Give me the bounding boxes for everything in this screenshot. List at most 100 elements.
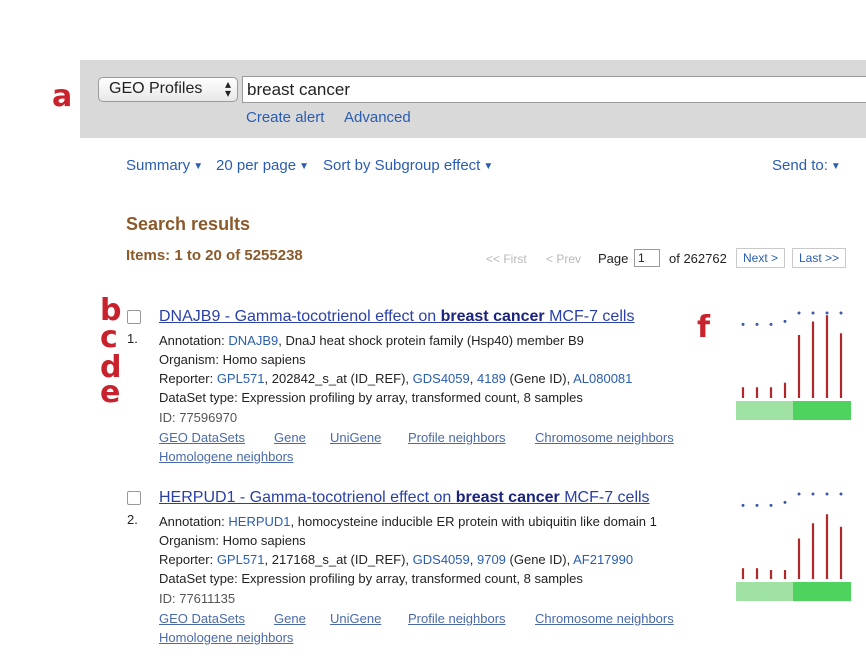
advanced-search-link[interactable]: Advanced — [344, 109, 411, 126]
sort-dropdown[interactable]: Sort by Subgroup effect ▼ — [323, 157, 493, 174]
rank-dot — [825, 311, 829, 315]
organism-line: Organism: Homo sapiens — [159, 533, 306, 548]
marker-e: e — [100, 375, 121, 410]
profile-neighbors-link[interactable]: Profile neighbors — [408, 430, 506, 445]
profile-neighbors-link[interactable]: Profile neighbors — [408, 611, 506, 626]
search-input[interactable]: breast cancer — [242, 76, 866, 103]
gene-symbol-link[interactable]: DNAJB9 — [228, 333, 278, 348]
rank-dot — [769, 503, 773, 507]
rank-dot — [769, 322, 773, 326]
chromosome-neighbors-link[interactable]: Chromosome neighbors — [535, 611, 674, 626]
dataset-link[interactable]: GDS4059 — [413, 371, 470, 386]
marker-f: f — [697, 310, 711, 345]
search-bar: GEO Profiles ▴ ▾ breast cancer Create ale… — [80, 60, 866, 138]
probe-id: , 217168_s_at (ID_REF), — [264, 552, 413, 567]
annotation-desc: , DnaJ heat shock protein family (Hsp40)… — [278, 333, 584, 348]
rank-dot — [741, 503, 745, 507]
platform-link[interactable]: GPL571 — [217, 371, 265, 386]
summary-label: Summary — [126, 157, 191, 174]
next-page-button[interactable]: Next > — [736, 248, 786, 268]
rank-dot — [741, 322, 745, 326]
caret-down-icon: ▼ — [299, 160, 309, 172]
title-text: DNAJB9 - Gamma-tocotrienol effect on — [159, 308, 441, 325]
rank-dot — [783, 319, 787, 323]
result-title-link[interactable]: HERPUD1 - Gamma-tocotrienol effect on br… — [159, 489, 650, 507]
organism-line: Organism: Homo sapiens — [159, 352, 306, 367]
send-to-dropdown[interactable]: Send to: ▼ — [772, 157, 841, 174]
title-highlight: breast cancer — [440, 308, 545, 325]
accession-link[interactable]: AL080081 — [573, 371, 632, 386]
annotation-line: Annotation: HERPUD1, homocysteine induci… — [159, 514, 657, 529]
rank-dot — [811, 311, 815, 315]
title-text: MCF-7 cells — [559, 489, 650, 506]
last-page-button[interactable]: Last >> — [792, 248, 847, 268]
title-text: MCF-7 cells — [544, 308, 635, 325]
rank-dot — [783, 500, 787, 504]
rank-dot — [797, 492, 801, 496]
database-select[interactable]: GEO Profiles ▴ ▾ — [98, 77, 238, 102]
reporter-line: Reporter: GPL571, 202842_s_at (ID_REF), … — [159, 371, 632, 386]
rank-dot — [755, 503, 759, 507]
control-group-band — [736, 582, 793, 601]
title-highlight: breast cancer — [455, 489, 560, 506]
sort-label: Sort by Subgroup effect — [323, 157, 481, 174]
result-checkbox[interactable] — [127, 310, 141, 324]
annotation-label: Annotation: — [159, 514, 229, 529]
homologene-neighbors-link[interactable]: Homologene neighbors — [159, 630, 293, 645]
homologene-neighbors-link[interactable]: Homologene neighbors — [159, 449, 293, 464]
create-alert-link[interactable]: Create alert — [246, 109, 324, 126]
result-title-link[interactable]: DNAJB9 - Gamma-tocotrienol effect on bre… — [159, 308, 634, 326]
caret-down-icon: ▼ — [830, 160, 841, 172]
geo-datasets-link[interactable]: GEO DataSets — [159, 430, 245, 445]
rank-dot — [825, 492, 829, 496]
expression-profile-chart[interactable] — [736, 484, 851, 602]
reporter-label: Reporter: — [159, 552, 217, 567]
treated-group-band — [793, 582, 851, 601]
per-page-dropdown[interactable]: 20 per page ▼ — [216, 157, 309, 174]
caret-down-icon: ▼ — [193, 160, 204, 172]
rank-dot — [839, 492, 843, 496]
result-id: ID: 77611135 — [159, 591, 236, 606]
title-text: HERPUD1 - Gamma-tocotrienol effect on — [159, 489, 456, 506]
rank-dot — [839, 311, 843, 315]
dataset-link[interactable]: GDS4059 — [413, 552, 470, 567]
accession-link[interactable]: AF217990 — [573, 552, 633, 567]
unigene-link[interactable]: UniGene — [330, 611, 381, 626]
send-to-label: Send to: — [772, 157, 828, 174]
reporter-label: Reporter: — [159, 371, 217, 386]
page-number-input[interactable]: 1 — [634, 249, 660, 267]
separator: , — [469, 371, 477, 386]
chromosome-neighbors-link[interactable]: Chromosome neighbors — [535, 430, 674, 445]
gene-id-link[interactable]: 9709 — [477, 552, 506, 567]
caret-down-icon: ▼ — [483, 160, 494, 172]
marker-c: c — [100, 320, 118, 355]
gene-id-link[interactable]: 4189 — [477, 371, 506, 386]
result-number: 2. — [127, 512, 138, 527]
gene-link[interactable]: Gene — [274, 611, 306, 626]
select-arrows-icon: ▴ ▾ — [224, 77, 231, 100]
prev-page-link[interactable]: < Prev — [546, 252, 581, 266]
database-select-value: GEO Profiles — [109, 80, 203, 97]
result-number: 1. — [127, 331, 138, 346]
gene-id-label: (Gene ID), — [505, 552, 574, 567]
probe-id: , 202842_s_at (ID_REF), — [264, 371, 413, 386]
treated-group-band — [793, 401, 851, 420]
summary-dropdown[interactable]: Summary ▼ — [126, 157, 203, 174]
expression-profile-chart[interactable] — [736, 303, 851, 421]
gene-link[interactable]: Gene — [274, 430, 306, 445]
annotation-label: Annotation: — [159, 333, 229, 348]
rank-dot — [797, 311, 801, 315]
geo-datasets-link[interactable]: GEO DataSets — [159, 611, 245, 626]
per-page-label: 20 per page — [216, 157, 297, 174]
rank-dot — [755, 322, 759, 326]
page-label: Page — [598, 251, 629, 266]
annotation-line: Annotation: DNAJB9, DnaJ heat shock prot… — [159, 333, 584, 348]
result-checkbox[interactable] — [127, 491, 141, 505]
platform-link[interactable]: GPL571 — [217, 552, 265, 567]
separator: , — [469, 552, 477, 567]
unigene-link[interactable]: UniGene — [330, 430, 381, 445]
gene-symbol-link[interactable]: HERPUD1 — [228, 514, 290, 529]
result-id: ID: 77596970 — [159, 410, 238, 425]
search-results-title: Search results — [126, 214, 251, 234]
first-page-link[interactable]: << First — [486, 252, 527, 266]
